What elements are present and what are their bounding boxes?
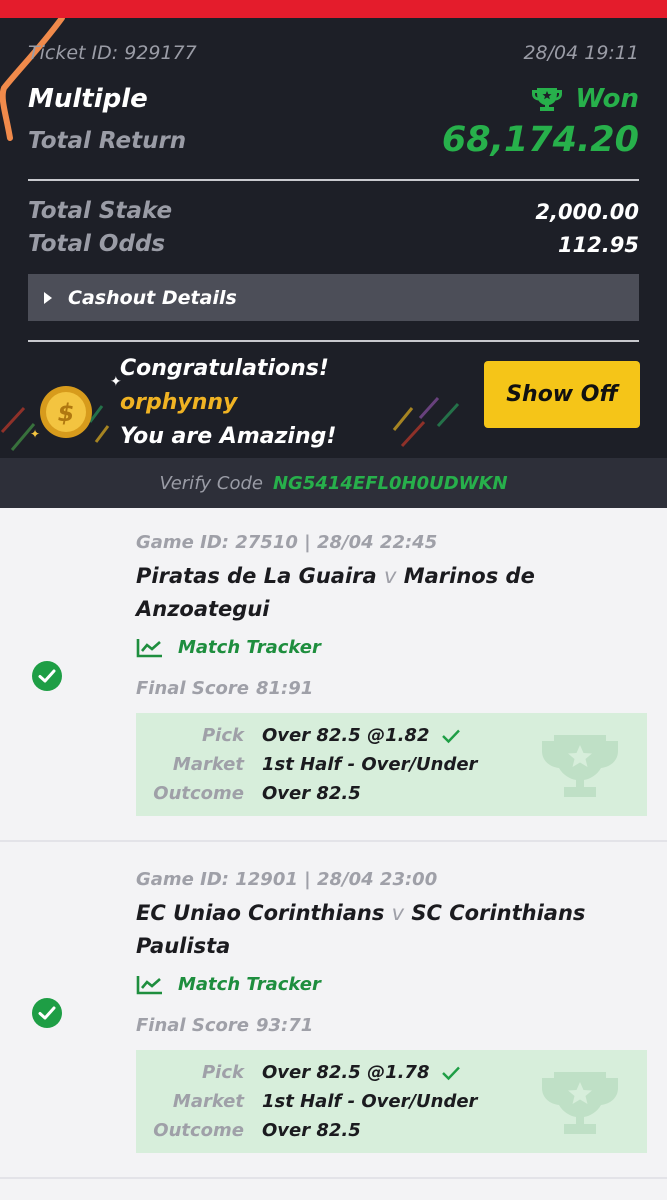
verify-code-value[interactable]: NG5414EFL0H0UDWKN [273, 473, 508, 494]
ticket-header: Ticket ID: 929177 28/04 19:11 Multiple W… [0, 18, 667, 458]
pick-text: Over 82.5 @1.78 [262, 1062, 430, 1083]
congrats-line: Congratulations! [120, 356, 329, 381]
trophy-watermark-icon [542, 735, 618, 797]
market-label: Market [172, 754, 244, 775]
pick-value: Over 82.5 @1.82 [262, 725, 461, 746]
final-score-value: 93:71 [256, 1015, 314, 1036]
pick-label: Pick [201, 725, 244, 746]
match-tracker-link[interactable]: Match Tracker [136, 974, 321, 995]
market-label: Market [172, 1091, 244, 1112]
match-tracker-link[interactable]: Match Tracker [136, 637, 321, 658]
match-tracker-label: Match Tracker [178, 637, 321, 658]
total-return-label: Total Return [28, 128, 187, 154]
verify-code-label: Verify Code [159, 472, 263, 494]
total-odds-value: 112.95 [557, 233, 639, 257]
congrats-line: You are Amazing! [120, 424, 337, 449]
game-meta: Game ID: 27510 | 28/04 22:45 [136, 532, 438, 553]
ticket-id: Ticket ID: 929177 [28, 42, 197, 64]
market-row: Market 1st Half - Over/Under [136, 1091, 478, 1112]
pick-label: Pick [201, 1062, 244, 1083]
game-teams: EC Uniao Corinthians v SC Corinthians Pa… [136, 897, 636, 963]
status-badge: Won [531, 84, 639, 114]
pick-details: Pick Over 82.5 @1.78 Market 1st Half - O… [136, 1050, 647, 1153]
total-stake-label: Total Stake [28, 198, 173, 224]
pick-value: Over 82.5 @1.78 [262, 1062, 461, 1083]
outcome-label: Outcome [153, 783, 244, 804]
show-off-button[interactable]: Show Off [484, 361, 640, 428]
home-team: EC Uniao Corinthians [136, 901, 385, 925]
checkmark-icon [442, 1066, 461, 1080]
outcome-row: Outcome Over 82.5 [136, 1120, 361, 1141]
checkmark-icon [442, 729, 461, 743]
check-circle-icon [32, 998, 62, 1028]
verify-code-bar: Verify Code NG5414EFL0H0UDWKN [0, 458, 667, 508]
match-tracker-label: Match Tracker [178, 974, 321, 995]
game-card: Game ID: 27510 | 28/04 22:45 Piratas de … [0, 508, 667, 842]
total-odds-label: Total Odds [28, 231, 166, 257]
game-meta: Game ID: 12901 | 28/04 23:00 [136, 869, 438, 890]
coin-icon: $ [40, 386, 92, 438]
chart-icon [136, 975, 162, 994]
bet-type: Multiple [28, 84, 148, 114]
congrats-message: Congratulations! orphynny You are Amazin… [120, 352, 336, 454]
game-card: Game ID: 12901 | 28/04 23:00 EC Uniao Co… [0, 845, 667, 1179]
trophy-watermark-icon [542, 1072, 618, 1134]
status-label: Won [575, 84, 639, 114]
cashout-details-label: Cashout Details [68, 286, 237, 309]
svg-text:$: $ [58, 399, 75, 427]
divider [28, 340, 639, 342]
outcome-label: Outcome [153, 1120, 244, 1141]
final-score-label: Final Score [136, 678, 249, 699]
home-team: Piratas de La Guaira [136, 564, 377, 588]
divider [28, 179, 639, 181]
vs-separator: v [391, 901, 405, 925]
pick-row: Pick Over 82.5 @1.82 [136, 725, 461, 746]
total-stake-value: 2,000.00 [535, 200, 639, 224]
final-score-value: 81:91 [256, 678, 314, 699]
outcome-row: Outcome Over 82.5 [136, 783, 361, 804]
pick-text: Over 82.5 @1.82 [262, 725, 430, 746]
pick-row: Pick Over 82.5 @1.78 [136, 1062, 461, 1083]
market-value: 1st Half - Over/Under [262, 1091, 478, 1112]
top-accent-bar [0, 0, 667, 18]
ticket-date: 28/04 19:11 [523, 42, 639, 64]
check-circle-icon [32, 661, 62, 691]
game-teams: Piratas de La Guaira v Marinos de Anzoat… [136, 560, 636, 626]
congrats-username: orphynny [120, 390, 238, 415]
market-value: 1st Half - Over/Under [262, 754, 478, 775]
final-score-label: Final Score [136, 1015, 249, 1036]
trophy-icon [532, 88, 563, 111]
svg-text:✦: ✦ [30, 427, 40, 441]
pick-details: Pick Over 82.5 @1.82 Market 1st Half - O… [136, 713, 647, 816]
chart-icon [136, 638, 162, 657]
caret-right-icon [44, 291, 52, 304]
outcome-value: Over 82.5 [262, 1120, 361, 1141]
cashout-details-toggle[interactable]: Cashout Details [28, 274, 639, 321]
total-return-value: 68,174.20 [441, 120, 639, 160]
outcome-value: Over 82.5 [262, 783, 361, 804]
market-row: Market 1st Half - Over/Under [136, 754, 478, 775]
vs-separator: v [383, 564, 397, 588]
